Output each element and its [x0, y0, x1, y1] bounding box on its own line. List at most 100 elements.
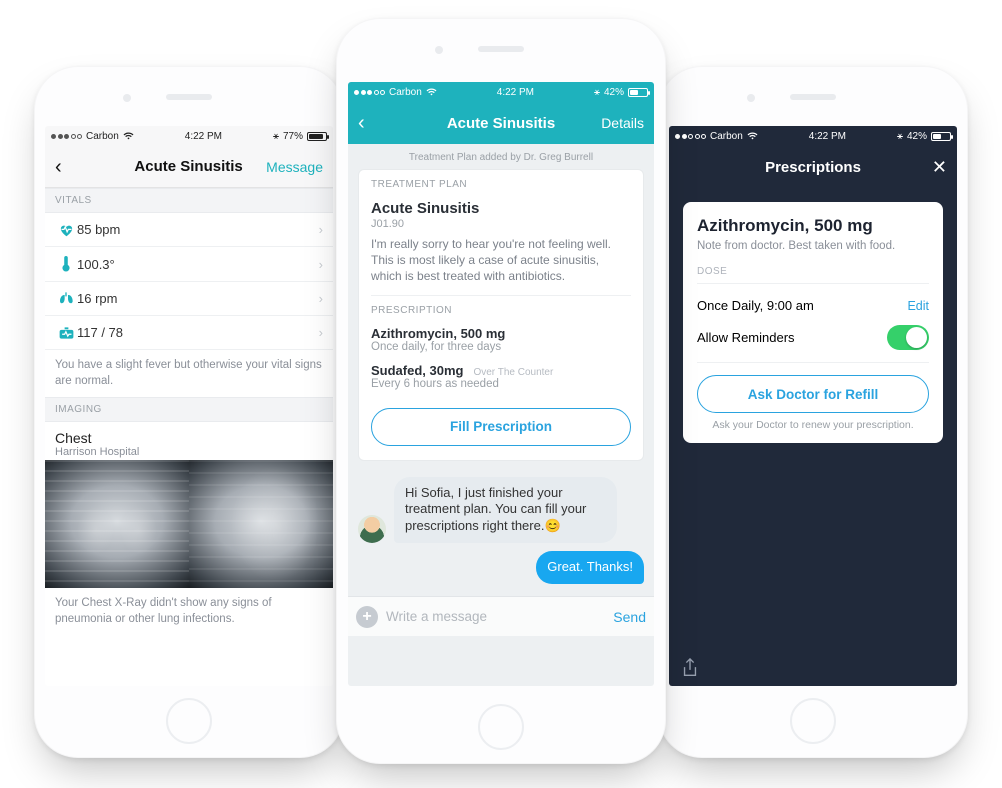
heart-icon	[55, 223, 77, 237]
bluetooth-icon: ⚹	[273, 131, 279, 142]
battery-icon	[931, 132, 951, 141]
treatment-meta: Treatment Plan added by Dr. Greg Burrell	[348, 144, 654, 169]
battery-label: 42%	[604, 87, 624, 98]
chevron-left-icon: ‹	[358, 112, 365, 134]
reminders-toggle[interactable]	[887, 325, 929, 350]
battery-icon	[307, 132, 327, 141]
back-button[interactable]: ‹	[358, 113, 414, 133]
vitals-section-label: VITALS	[45, 188, 333, 213]
page-title: Acute Sinusitis	[447, 115, 555, 132]
thermometer-icon	[55, 256, 77, 272]
send-button[interactable]: Send	[613, 609, 646, 625]
rx-item[interactable]: Sudafed, 30mg Over The Counter Every 6 h…	[359, 363, 643, 400]
battery-label: 77%	[283, 131, 303, 142]
avatar[interactable]	[358, 515, 386, 543]
rx-instr: Every 6 hours as needed	[371, 378, 631, 390]
drug-title: Azithromycin, 500 mg	[697, 216, 929, 236]
phone-right: Carbon 4:22 PM ⚹ 42% Prescriptions ✕ Azi…	[658, 66, 968, 758]
wifi-icon	[747, 132, 758, 140]
vital-value: 16 rpm	[77, 291, 117, 306]
doctor-note: Note from doctor. Best taken with food.	[697, 240, 929, 252]
dose-schedule: Once Daily, 9:00 am	[697, 298, 814, 313]
xray-images[interactable]	[45, 460, 333, 588]
carrier-label: Carbon	[389, 87, 422, 98]
battery-icon	[628, 88, 648, 97]
bluetooth-icon: ⚹	[594, 87, 600, 98]
wifi-icon	[426, 88, 437, 96]
time-label: 4:22 PM	[185, 131, 222, 142]
diagnosis-title: Acute Sinusitis	[371, 200, 631, 217]
status-bar: Carbon 4:22 PM ⚹ 77%	[45, 126, 333, 146]
time-label: 4:22 PM	[809, 131, 846, 142]
chevron-right-icon: ›	[319, 325, 323, 340]
message-input[interactable]: Write a message	[386, 609, 605, 624]
wifi-icon	[123, 132, 134, 140]
imaging-title: Chest	[55, 430, 323, 446]
rx-name: Sudafed, 30mg	[371, 363, 463, 378]
chevron-right-icon: ›	[319, 291, 323, 306]
chat-area: Hi Sofia, I just finished your treatment…	[348, 471, 654, 597]
xray-frontal	[45, 460, 189, 588]
bp-icon	[55, 326, 77, 340]
plus-icon: +	[362, 608, 371, 626]
nav-bar: ‹ Acute Sinusitis Details	[348, 102, 654, 144]
chat-message-out: Great. Thanks!	[536, 551, 644, 584]
signal-icon	[354, 90, 385, 95]
page-title: Prescriptions	[765, 159, 861, 176]
tp-section-label: TREATMENT PLAN	[359, 170, 643, 196]
battery-label: 42%	[907, 131, 927, 142]
nav-bar: ‹ Acute Sinusitis Message	[45, 146, 333, 188]
page-title: Acute Sinusitis	[134, 158, 242, 175]
add-attachment-button[interactable]: +	[356, 606, 378, 628]
message-button[interactable]: Message	[266, 159, 323, 175]
chevron-right-icon: ›	[319, 222, 323, 237]
vital-row-bp[interactable]: 117 / 78 ›	[45, 316, 333, 350]
nav-bar: Prescriptions ✕	[669, 146, 957, 188]
treatment-plan-card: TREATMENT PLAN Acute Sinusitis J01.90 I'…	[358, 169, 644, 461]
rx-item[interactable]: Azithromycin, 500 mg Once daily, for thr…	[359, 322, 643, 363]
status-bar: Carbon 4:22 PM ⚹ 42%	[669, 126, 957, 146]
imaging-section-label: IMAGING	[45, 397, 333, 422]
back-button[interactable]: ‹	[55, 157, 111, 177]
signal-icon	[51, 134, 82, 139]
vital-value: 85 bpm	[77, 222, 120, 237]
vital-row-hr[interactable]: 85 bpm ›	[45, 213, 333, 247]
vital-value: 100.3°	[77, 257, 115, 272]
time-label: 4:22 PM	[497, 87, 534, 98]
vital-row-temp[interactable]: 100.3° ›	[45, 247, 333, 282]
vital-row-resp[interactable]: 16 rpm ›	[45, 282, 333, 316]
bluetooth-icon: ⚹	[897, 131, 903, 142]
diagnosis-body: I'm really sorry to hear you're not feel…	[371, 236, 631, 285]
reminders-label: Allow Reminders	[697, 330, 795, 345]
rx-instr: Once daily, for three days	[371, 341, 631, 353]
rx-name: Azithromycin, 500 mg	[371, 326, 631, 341]
carrier-label: Carbon	[86, 131, 119, 142]
vitals-note: You have a slight fever but otherwise yo…	[45, 350, 333, 397]
fill-prescription-button[interactable]: Fill Prescription	[371, 408, 631, 446]
phone-left: Carbon 4:22 PM ⚹ 77% ‹ Acute Sinusitis M…	[34, 66, 344, 758]
chevron-right-icon: ›	[319, 257, 323, 272]
imaging-subtitle: Harrison Hospital	[55, 446, 323, 458]
imaging-card[interactable]: Chest Harrison Hospital	[45, 422, 333, 460]
imaging-note: Your Chest X-Ray didn't show any signs o…	[45, 588, 333, 635]
dose-section-label: DOSE	[697, 266, 929, 277]
details-button[interactable]: Details	[588, 115, 644, 131]
rx-tag: Over The Counter	[473, 367, 553, 378]
vital-value: 117 / 78	[77, 325, 123, 340]
edit-button[interactable]: Edit	[907, 299, 929, 313]
carrier-label: Carbon	[710, 131, 743, 142]
close-icon: ✕	[932, 157, 947, 177]
share-icon[interactable]	[681, 658, 699, 678]
refill-button[interactable]: Ask Doctor for Refill	[697, 375, 929, 413]
rx-section-label: PRESCRIPTION	[359, 296, 643, 322]
lungs-icon	[55, 292, 77, 306]
status-bar: Carbon 4:22 PM ⚹ 42%	[348, 82, 654, 102]
chat-message-in: Hi Sofia, I just finished your treatment…	[394, 477, 617, 544]
xray-lateral	[189, 460, 333, 588]
prescription-card: Azithromycin, 500 mg Note from doctor. B…	[683, 202, 943, 443]
chevron-left-icon: ‹	[55, 156, 62, 178]
message-composer: + Write a message Send	[348, 596, 654, 636]
signal-icon	[675, 134, 706, 139]
phone-center: Carbon 4:22 PM ⚹ 42% ‹ Acute Sinusitis D…	[336, 18, 666, 764]
close-button[interactable]: ✕	[891, 157, 947, 178]
